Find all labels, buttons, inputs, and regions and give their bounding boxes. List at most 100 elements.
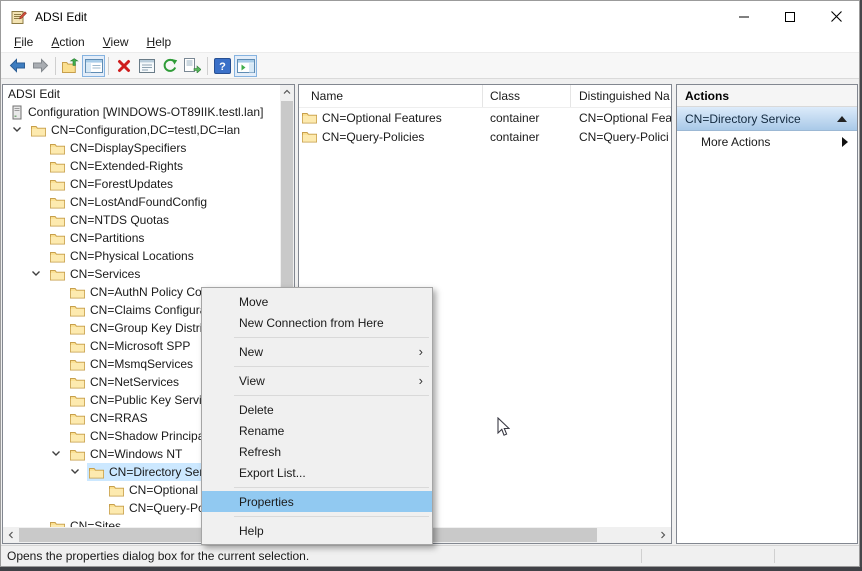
chevron-expanded-icon[interactable] <box>31 269 45 278</box>
toolbar-refresh-button[interactable] <box>158 55 181 77</box>
tree-item-adsi-edit[interactable]: ADSI Edit <box>4 85 279 103</box>
scroll-right-icon[interactable] <box>655 527 671 543</box>
tree-item-cn-lostandfoundconfig[interactable]: CN=LostAndFoundConfig <box>4 193 279 211</box>
column-header-distinguished-na[interactable]: Distinguished Na <box>571 85 671 107</box>
menu-view[interactable]: View <box>94 33 138 51</box>
folder-icon <box>50 214 65 227</box>
toolbar-export-list-button[interactable] <box>181 55 204 77</box>
more-actions-item[interactable]: More Actions <box>677 131 857 153</box>
tree-item-cn-services[interactable]: CN=Services <box>4 265 279 283</box>
maximize-button[interactable] <box>767 1 813 32</box>
folder-icon <box>70 304 85 317</box>
tree-item-cn-physical-locations[interactable]: CN=Physical Locations <box>4 247 279 265</box>
folder-icon <box>50 520 65 528</box>
list-row-cn-optional-features[interactable]: CN=Optional Features containerCN=Optional… <box>299 108 671 127</box>
status-bar: Opens the properties dialog box for the … <box>1 545 859 566</box>
menu-item-label: Export List... <box>239 466 306 480</box>
tree-item-label: CN=Configuration,DC=testl,DC=lan <box>51 123 240 137</box>
context-menu-item-help[interactable]: Help <box>202 520 432 541</box>
menu-file[interactable]: File <box>5 33 42 51</box>
menu-action[interactable]: Action <box>42 33 93 51</box>
export-list-icon <box>184 58 201 73</box>
folder-icon <box>31 124 46 137</box>
toolbar-forward-button[interactable] <box>29 55 52 77</box>
scroll-up-icon[interactable] <box>280 85 294 99</box>
toolbar-help-button[interactable]: ? <box>211 55 234 77</box>
context-menu-item-rename[interactable]: Rename <box>202 420 432 441</box>
tree-item-cn-extended-rights[interactable]: CN=Extended-Rights <box>4 157 279 175</box>
up-one-level-icon <box>62 58 80 74</box>
back-icon <box>9 58 26 73</box>
toolbar-show-action-pane-button[interactable] <box>234 55 257 77</box>
list-row-cn-query-policies[interactable]: CN=Query-PoliciescontainerCN=Query-Polic… <box>299 127 671 146</box>
context-menu-item-view[interactable]: View› <box>202 370 432 391</box>
tree-item-cn-ntds-quotas[interactable]: CN=NTDS Quotas <box>4 211 279 229</box>
menu-separator <box>234 395 429 396</box>
folder-icon <box>70 376 85 389</box>
toolbar-properties-button[interactable] <box>135 55 158 77</box>
toolbar-show-console-tree-button[interactable] <box>82 55 105 77</box>
folder-icon <box>70 322 85 335</box>
forward-icon <box>32 58 49 73</box>
list-distinguished-name: CN=Optional Fea <box>571 111 671 125</box>
actions-group-header[interactable]: CN=Directory Service <box>677 107 857 131</box>
column-header-name[interactable]: Name <box>299 85 483 107</box>
toolbar-separator <box>55 57 56 75</box>
help-icon: ? <box>214 58 231 74</box>
toolbar-delete-button[interactable] <box>112 55 135 77</box>
actions-pane-title: Actions <box>677 85 857 107</box>
chevron-expanded-icon[interactable] <box>70 467 84 476</box>
context-menu-item-properties[interactable]: Properties <box>202 491 432 512</box>
toolbar-back-button[interactable] <box>6 55 29 77</box>
toolbar-up-one-level-button[interactable] <box>59 55 82 77</box>
column-header-class[interactable]: Class <box>483 85 571 107</box>
list-rows: CN=Optional Features containerCN=Optional… <box>299 108 671 146</box>
context-menu-item-move[interactable]: Move <box>202 291 432 312</box>
submenu-arrow-icon: › <box>419 373 423 388</box>
tree-item-configuration-windows-ot89iik-testl-lan[interactable]: Configuration [WINDOWS-OT89IIK.testl.lan… <box>4 103 279 121</box>
tree-item-cn-forestupdates[interactable]: CN=ForestUpdates <box>4 175 279 193</box>
context-menu-item-refresh[interactable]: Refresh <box>202 441 432 462</box>
context-menu-item-export-list[interactable]: Export List... <box>202 462 432 483</box>
tree-item-label: Configuration [WINDOWS-OT89IIK.testl.lan… <box>28 105 263 119</box>
tree-item-label: CN=Extended-Rights <box>70 159 183 173</box>
menu-help[interactable]: Help <box>138 33 181 51</box>
folder-icon <box>50 232 65 245</box>
minimize-button[interactable] <box>721 1 767 32</box>
toolbar-separator <box>207 57 208 75</box>
menu-item-label: Move <box>239 295 268 309</box>
svg-text:?: ? <box>219 61 226 73</box>
adsi-edit-app-icon <box>11 9 27 25</box>
tree-item-cn-partitions[interactable]: CN=Partitions <box>4 229 279 247</box>
folder-icon <box>70 358 85 371</box>
tree-item-cn-configuration-dc-testl-dc-lan[interactable]: CN=Configuration,DC=testl,DC=lan <box>4 121 279 139</box>
list-name: CN=Optional Features <box>322 111 442 125</box>
close-button[interactable] <box>813 1 859 32</box>
scroll-left-icon[interactable] <box>3 527 19 543</box>
menu-item-label: New Connection from Here <box>239 316 384 330</box>
menu-bar: FileActionViewHelp <box>1 32 859 52</box>
toolbar: ? <box>1 52 859 79</box>
menu-separator <box>234 337 429 338</box>
folder-icon <box>50 196 65 209</box>
tree-item-label: CN=AuthN Policy Co <box>90 285 202 299</box>
list-class: container <box>483 111 571 125</box>
folder-icon <box>70 394 85 407</box>
tree-item-label: CN=DisplaySpecifiers <box>70 141 186 155</box>
tree-item-label: CN=ForestUpdates <box>70 177 173 191</box>
properties-icon <box>139 59 155 73</box>
folder-icon <box>109 502 124 515</box>
folder-icon <box>109 484 124 497</box>
context-menu-item-new-connection-from-here[interactable]: New Connection from Here <box>202 312 432 333</box>
tree-item-label: CN=NTDS Quotas <box>70 213 169 227</box>
chevron-expanded-icon[interactable] <box>12 125 26 134</box>
context-menu-item-delete[interactable]: Delete <box>202 399 432 420</box>
context-menu-item-new[interactable]: New› <box>202 341 432 362</box>
collapse-icon[interactable] <box>837 116 847 122</box>
folder-icon <box>50 160 65 173</box>
tree-item-cn-displayspecifiers[interactable]: CN=DisplaySpecifiers <box>4 139 279 157</box>
menu-separator <box>234 366 429 367</box>
tree-item-label: CN=Group Key Distrib <box>90 321 209 335</box>
list-header: NameClassDistinguished Na <box>299 85 671 108</box>
chevron-expanded-icon[interactable] <box>51 449 65 458</box>
